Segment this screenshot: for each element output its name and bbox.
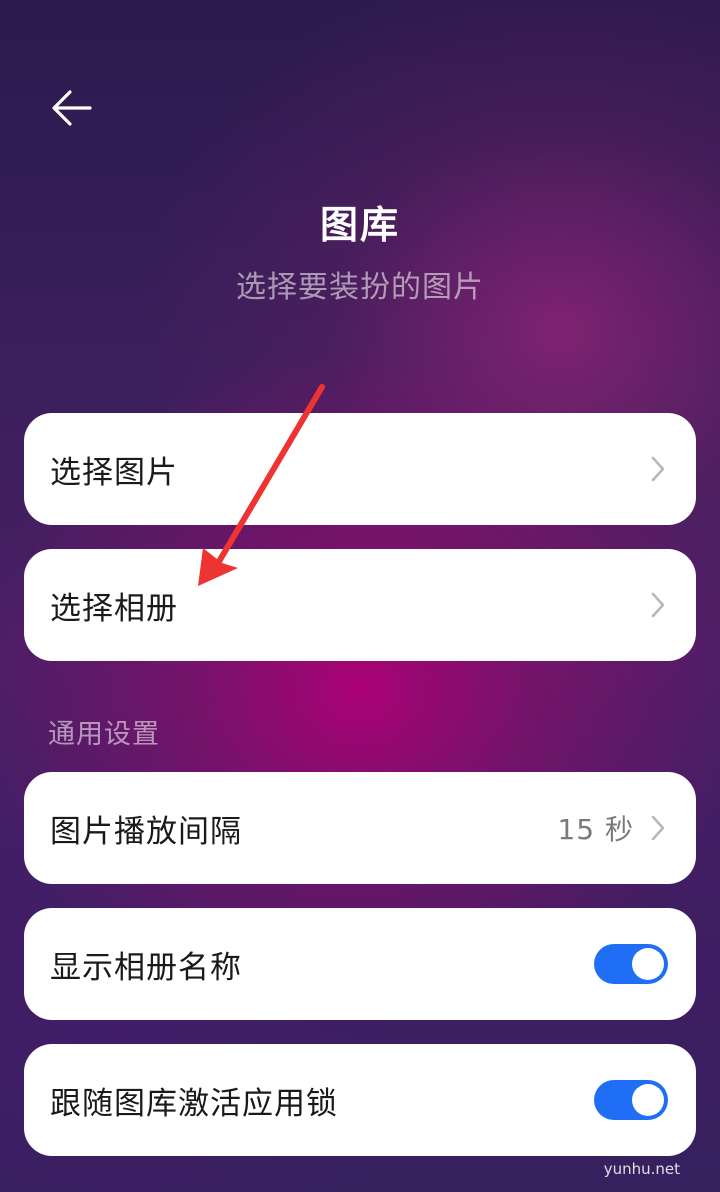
app-lock-label: 跟随图库激活应用锁 <box>50 1085 338 1122</box>
toggle-knob <box>632 948 664 980</box>
select-image-label: 选择图片 <box>50 454 178 491</box>
page-subtitle: 选择要装扮的图片 <box>236 270 484 305</box>
app-lock-toggle[interactable] <box>594 1080 668 1120</box>
back-button[interactable] <box>44 80 100 136</box>
toggle-knob <box>632 1084 664 1116</box>
chevron-right-icon <box>648 589 668 621</box>
chevron-right-icon <box>648 453 668 485</box>
watermark: yunhu.net <box>603 1160 680 1178</box>
show-album-name-label: 显示相册名称 <box>50 949 242 986</box>
interval-label: 图片播放间隔 <box>50 813 242 850</box>
chevron-right-icon <box>648 812 668 844</box>
select-image-item[interactable]: 选择图片 <box>24 413 696 525</box>
page-title: 图库 <box>319 203 400 247</box>
select-album-item[interactable]: 选择相册 <box>24 549 696 661</box>
interval-item[interactable]: 图片播放间隔 15 秒 <box>24 772 696 884</box>
interval-value: 15 秒 <box>557 813 634 846</box>
app-lock-item: 跟随图库激活应用锁 <box>24 1044 696 1156</box>
show-album-name-toggle[interactable] <box>594 944 668 984</box>
arrow-left-icon <box>52 90 92 126</box>
select-album-label: 选择相册 <box>50 590 178 627</box>
show-album-name-item: 显示相册名称 <box>24 908 696 1020</box>
section-title-general: 通用设置 <box>48 719 160 750</box>
